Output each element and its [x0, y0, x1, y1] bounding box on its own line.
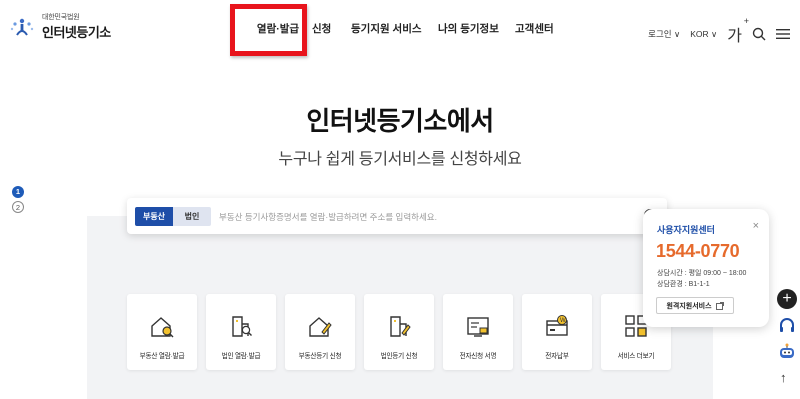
support-center-title: 사용자지원센터 — [657, 225, 715, 235]
add-icon[interactable]: + — [777, 289, 797, 309]
logo-title: 인터넷등기소 — [42, 25, 111, 40]
chevron-down-icon: ∨ — [711, 28, 718, 39]
remote-support-button[interactable]: 원격지원서비스 — [656, 297, 734, 314]
language-label: KOR — [690, 28, 709, 39]
quick-menu: 부동산 열람·발급 법인 열람·발급 부동산등기 신청 법인등기 신청 전자신청… — [127, 294, 671, 370]
signature-icon — [467, 317, 489, 337]
headset-icon[interactable] — [777, 316, 797, 336]
quick-card-realestate-view[interactable]: 부동산 열람·발급 — [127, 294, 197, 370]
header: 대한민국법원 인터넷등기소 열람·발급 신청 등기지원 서비스 나의 등기정보 … — [0, 0, 800, 62]
highlight-box — [230, 4, 307, 56]
support-center-popup: 사용자지원센터 × 1544-0770 상담시간 : 평일 09:00 ~ 18… — [643, 209, 769, 327]
logo[interactable]: 대한민국법원 인터넷등기소 — [8, 12, 111, 41]
search-input[interactable] — [219, 207, 629, 226]
pager-dot-1[interactable]: 1 — [12, 186, 24, 198]
quick-card-corp-view[interactable]: 법인 열람·발급 — [206, 294, 276, 370]
quick-card-label: 서비스 더보기 — [617, 353, 655, 360]
quick-card-corp-apply[interactable]: 법인등기 신청 — [364, 294, 434, 370]
search-tab-corporation[interactable]: 법인 — [173, 207, 211, 226]
remote-support-label: 원격지원서비스 — [666, 302, 712, 310]
font-size-button[interactable]: 가 + — [727, 16, 749, 46]
building-search-icon — [232, 316, 252, 337]
external-link-icon — [715, 301, 724, 310]
chatbot-icon[interactable] — [777, 342, 797, 362]
quick-card-e-signature[interactable]: 전자신청 서명 — [443, 294, 513, 370]
search-tab-real-estate[interactable]: 부동산 — [135, 207, 173, 226]
close-icon[interactable]: × — [753, 220, 759, 232]
page: 대한민국법원 인터넷등기소 열람·발급 신청 등기지원 서비스 나의 등기정보 … — [0, 0, 800, 399]
nav-item-customer-center[interactable]: 고객센터 — [515, 21, 554, 36]
font-size-label: 가 — [727, 28, 742, 45]
payment-icon: W — [546, 315, 568, 336]
court-logo-icon — [10, 18, 34, 36]
search-bar: 부동산 법인 — [127, 198, 667, 234]
nav-item-my-info[interactable]: 나의 등기정보 — [438, 21, 499, 36]
nav-item-support-service[interactable]: 등기지원 서비스 — [351, 21, 422, 36]
svg-text:W: W — [560, 318, 566, 324]
quick-card-e-payment[interactable]: W 전자납부 — [522, 294, 592, 370]
arrow-up-icon[interactable]: ↑ — [780, 370, 787, 385]
quick-card-label: 법인 열람·발급 — [221, 353, 261, 360]
house-search-icon — [151, 317, 174, 338]
menu-icon[interactable] — [776, 28, 790, 40]
support-hours: 상담시간 : 평일 09:00 ~ 18:00 — [657, 270, 747, 277]
quick-card-label: 전자납부 — [545, 353, 569, 360]
search-icon[interactable] — [752, 27, 766, 41]
logo-subtitle: 대한민국법원 — [42, 14, 80, 21]
login-label: 로그인 — [648, 29, 672, 39]
hero-subtitle: 누구나 쉽게 등기서비스를 신청하세요 — [278, 151, 522, 168]
nav-item-apply[interactable]: 신청 — [312, 21, 331, 36]
quick-card-label: 부동산등기 신청 — [298, 353, 342, 360]
building-edit-icon — [390, 316, 411, 337]
quick-card-realestate-apply[interactable]: 부동산등기 신청 — [285, 294, 355, 370]
support-environment: 상담환경 : B1-1-1 — [657, 281, 710, 288]
chevron-down-icon: ∨ — [674, 29, 681, 39]
quick-card-label: 전자신청 서명 — [459, 353, 497, 360]
quick-card-label: 부동산 열람·발급 — [139, 353, 185, 360]
slide-pager: 1 2 — [12, 186, 24, 213]
pager-dot-2[interactable]: 2 — [12, 201, 24, 213]
hero-title: 인터넷등기소에서 — [306, 106, 494, 136]
utility-menu: 로그인 ∨ KOR ∨ 가 + — [648, 16, 790, 46]
font-size-plus: + — [743, 16, 749, 26]
login-menu[interactable]: 로그인 ∨ — [648, 28, 680, 40]
house-edit-icon — [309, 317, 332, 337]
language-menu[interactable]: KOR ∨ — [690, 29, 717, 40]
support-phone-number[interactable]: 1544-0770 — [656, 241, 740, 262]
quick-card-label: 법인등기 신청 — [380, 353, 418, 360]
